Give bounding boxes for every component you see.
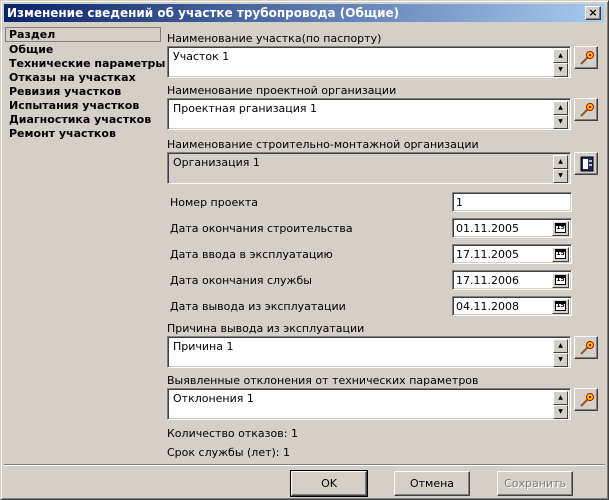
commissioning-date-value: 17.11.2005 bbox=[456, 248, 519, 261]
magic-wand-icon bbox=[580, 393, 594, 407]
construction-org-field[interactable]: Организация 1 ▲ ▼ bbox=[167, 152, 571, 184]
decommission-date-value: 04.11.2008 bbox=[456, 300, 519, 313]
decommission-reason-value: Причина 1 bbox=[173, 340, 234, 353]
magic-wand-icon bbox=[580, 103, 594, 117]
scroll-up-icon[interactable]: ▲ bbox=[553, 339, 568, 353]
scroll-down-icon[interactable]: ▼ bbox=[553, 115, 568, 129]
construction-end-label: Дата окончания строительства bbox=[170, 222, 353, 235]
sidebar-item-failures[interactable]: Отказы на участках bbox=[5, 71, 161, 85]
sidebar-item-general[interactable]: Общие bbox=[5, 43, 161, 57]
calendar-button[interactable]: 15 bbox=[552, 221, 569, 236]
directory-icon bbox=[580, 156, 594, 172]
sidebar-item-technical-parameters[interactable]: Технические параметры bbox=[5, 57, 165, 71]
construction-end-date-input[interactable]: 01.11.2005 15 bbox=[452, 218, 572, 238]
construction-end-value: 01.11.2005 bbox=[456, 222, 519, 235]
scroll-down-icon[interactable]: ▼ bbox=[553, 405, 568, 419]
deviations-label: Выявленные отклонения от технических пар… bbox=[167, 374, 479, 387]
failure-count-text: Количество отказов: 1 bbox=[167, 427, 298, 440]
design-org-wand-button[interactable] bbox=[574, 98, 598, 121]
magic-wand-icon bbox=[580, 341, 594, 355]
service-end-date-input[interactable]: 17.11.2006 15 bbox=[452, 270, 572, 290]
section-list: Раздел Общие Технические параметры Отказ… bbox=[5, 27, 165, 141]
service-life-text: Срок службы (лет): 1 bbox=[167, 446, 290, 459]
section-name-field[interactable]: Участок 1 ▲ ▼ bbox=[167, 46, 571, 78]
design-org-field[interactable]: Проектная рганизация 1 ▲ ▼ bbox=[167, 98, 571, 130]
service-end-label: Дата окончания службы bbox=[170, 274, 312, 287]
calendar-icon: 15 bbox=[555, 223, 566, 233]
calendar-icon: 15 bbox=[555, 249, 566, 259]
scroll-up-icon[interactable]: ▲ bbox=[553, 391, 568, 405]
footer-divider bbox=[4, 464, 605, 466]
decommission-date-label: Дата вывода из эксплуатации bbox=[170, 300, 346, 313]
commissioning-date-input[interactable]: 17.11.2005 15 bbox=[452, 244, 572, 264]
section-name-wand-button[interactable] bbox=[574, 46, 598, 69]
ok-button[interactable]: OK bbox=[290, 470, 368, 497]
construction-org-value: Организация 1 bbox=[173, 156, 260, 169]
cancel-button[interactable]: Отмена bbox=[394, 471, 470, 496]
construction-org-directory-button[interactable] bbox=[574, 152, 598, 175]
title-bar[interactable]: Изменение сведений об участке трубопрово… bbox=[4, 4, 604, 22]
calendar-icon: 15 bbox=[555, 301, 566, 311]
scroll-down-icon[interactable]: ▼ bbox=[553, 353, 568, 367]
memo-scrollbar[interactable]: ▲ ▼ bbox=[553, 101, 568, 129]
scroll-up-icon[interactable]: ▲ bbox=[553, 155, 568, 169]
scroll-down-icon[interactable]: ▼ bbox=[553, 169, 568, 183]
decommission-date-input[interactable]: 04.11.2008 15 bbox=[452, 296, 572, 316]
decommission-reason-label: Причина вывода из эксплуатации bbox=[167, 322, 365, 335]
save-button[interactable]: Сохранить bbox=[497, 471, 573, 496]
project-number-input[interactable]: 1 bbox=[452, 192, 572, 212]
section-list-header: Раздел bbox=[5, 27, 161, 42]
design-org-label: Наименование проектной организации bbox=[167, 84, 397, 97]
deviations-value: Отклонения 1 bbox=[173, 392, 254, 405]
memo-scrollbar[interactable]: ▲ ▼ bbox=[553, 49, 568, 77]
memo-scrollbar[interactable]: ▲ ▼ bbox=[553, 391, 568, 419]
decommission-reason-wand-button[interactable] bbox=[574, 336, 598, 359]
memo-scrollbar[interactable]: ▲ ▼ bbox=[553, 155, 568, 183]
project-number-value: 1 bbox=[456, 196, 463, 209]
deviations-field[interactable]: Отклонения 1 ▲ ▼ bbox=[167, 388, 571, 420]
dialog-window: Изменение сведений об участке трубопрово… bbox=[0, 0, 609, 500]
scroll-down-icon[interactable]: ▼ bbox=[553, 63, 568, 77]
sidebar-item-diagnostics[interactable]: Диагностика участков bbox=[5, 113, 161, 127]
calendar-button[interactable]: 15 bbox=[552, 299, 569, 314]
sidebar-item-tests[interactable]: Испытания участков bbox=[5, 99, 161, 113]
section-name-value: Участок 1 bbox=[173, 50, 230, 63]
service-end-value: 17.11.2006 bbox=[456, 274, 519, 287]
sidebar-item-repair[interactable]: Ремонт участков bbox=[5, 127, 161, 141]
calendar-button[interactable]: 15 bbox=[552, 247, 569, 262]
construction-org-label: Наименование строительно-монтажной орган… bbox=[167, 138, 479, 151]
magic-wand-icon bbox=[580, 51, 594, 65]
scroll-up-icon[interactable]: ▲ bbox=[553, 101, 568, 115]
memo-scrollbar[interactable]: ▲ ▼ bbox=[553, 339, 568, 367]
decommission-reason-field[interactable]: Причина 1 ▲ ▼ bbox=[167, 336, 571, 368]
deviations-wand-button[interactable] bbox=[574, 388, 598, 411]
calendar-icon: 15 bbox=[555, 275, 566, 285]
design-org-value: Проектная рганизация 1 bbox=[173, 102, 318, 115]
calendar-button[interactable]: 15 bbox=[552, 273, 569, 288]
scroll-up-icon[interactable]: ▲ bbox=[553, 49, 568, 63]
commissioning-date-label: Дата ввода в эксплуатацию bbox=[170, 248, 333, 261]
section-name-label: Наименование участка(по паспорту) bbox=[167, 32, 382, 45]
window-title: Изменение сведений об участке трубопрово… bbox=[7, 6, 400, 20]
sidebar-item-revision[interactable]: Ревизия участков bbox=[5, 85, 161, 99]
project-number-label: Номер проекта bbox=[170, 196, 259, 209]
close-icon[interactable]: × bbox=[585, 6, 601, 20]
